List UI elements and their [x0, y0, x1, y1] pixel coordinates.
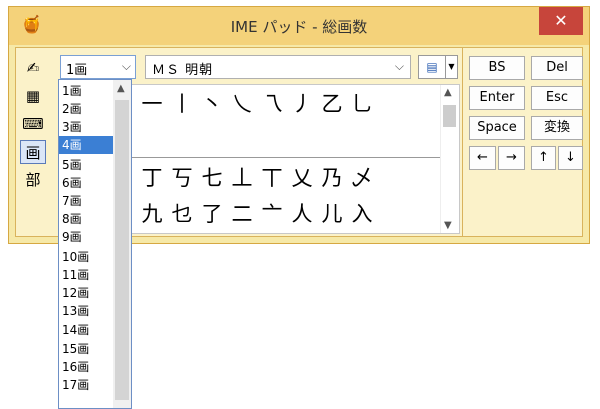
char-cell[interactable]: 乀: [227, 85, 257, 123]
convert-button[interactable]: 変換: [531, 116, 583, 140]
char-cell[interactable]: 儿: [317, 195, 347, 233]
char-cell[interactable]: 丶: [197, 85, 227, 123]
dropdown-option[interactable]: 7画: [59, 192, 113, 210]
scroll-thumb[interactable]: [443, 105, 456, 127]
scroll-thumb[interactable]: [115, 100, 129, 400]
view-toggle-button[interactable]: ▤: [418, 55, 446, 79]
scroll-down-icon[interactable]: ▼: [444, 220, 452, 231]
char-cell[interactable]: 了: [197, 195, 227, 233]
dropdown-scrollbar[interactable]: ▲: [113, 80, 131, 408]
view-dropdown-button[interactable]: ▼: [446, 55, 458, 79]
dropdown-option[interactable]: 6画: [59, 174, 113, 192]
dropdown-option[interactable]: 14画: [59, 321, 113, 339]
enter-button[interactable]: Enter: [469, 86, 525, 110]
grid-scrollbar[interactable]: ▲ ▼: [440, 85, 459, 233]
char-cell[interactable]: 丅: [257, 159, 287, 197]
char-cell[interactable]: 一: [137, 85, 167, 123]
key-panel: BS Del Enter Esc Space 変換 ← → ↑ ↓: [462, 48, 583, 236]
scroll-up-icon[interactable]: ▲: [444, 87, 452, 98]
dropdown-option[interactable]: 2画: [59, 100, 113, 118]
chevron-down-icon: ⌵: [394, 59, 404, 73]
font-value: ＭＳ 明朝: [152, 63, 214, 78]
dropdown-option[interactable]: 17画: [59, 376, 113, 394]
arrow-right-button[interactable]: →: [498, 146, 525, 170]
view-toggle-icon: ▤: [426, 60, 438, 74]
char-cell[interactable]: 乙: [317, 85, 347, 123]
left-toolbar: ✍ ▦ ⌨ 画 部: [20, 56, 56, 196]
chevron-down-icon: ⌵: [121, 59, 131, 73]
char-cell[interactable]: 丿: [287, 85, 317, 123]
arrow-left-button[interactable]: ←: [469, 146, 496, 170]
char-cell[interactable]: 人: [287, 195, 317, 233]
arrow-up-button[interactable]: ↑: [531, 146, 556, 170]
space-button[interactable]: Space: [469, 116, 525, 140]
char-cell[interactable]: 丂: [167, 159, 197, 197]
dropdown-option[interactable]: 10画: [59, 248, 113, 266]
char-cell[interactable]: 乜: [167, 195, 197, 233]
char-cell[interactable]: 乂: [287, 159, 317, 197]
grid-row-3: 九 乜 了 二 亠 人 儿 入: [137, 195, 377, 233]
arrow-down-button[interactable]: ↓: [558, 146, 583, 170]
bs-button[interactable]: BS: [469, 56, 525, 80]
stroke-count-dropdown[interactable]: 1画 2画 3画 4画 5画 6画 7画 8画 9画 10画 11画 12画 1…: [58, 79, 132, 409]
dropdown-option[interactable]: 15画: [59, 340, 113, 358]
char-cell[interactable]: 乄: [347, 159, 377, 197]
dropdown-option[interactable]: 1画: [59, 82, 113, 100]
char-cell[interactable]: 入: [347, 195, 377, 233]
close-button[interactable]: ✕: [539, 7, 583, 35]
dropdown-option[interactable]: 3画: [59, 118, 113, 136]
character-list-icon[interactable]: ▦: [20, 84, 46, 108]
char-cell[interactable]: 丄: [227, 159, 257, 197]
dropdown-option[interactable]: 12画: [59, 284, 113, 302]
char-cell[interactable]: 九: [137, 195, 167, 233]
stroke-count-select[interactable]: 1画 ⌵: [60, 55, 136, 79]
char-cell[interactable]: 乁: [257, 85, 287, 123]
title-bar[interactable]: 🍯 IME パッド - 総画数 ✕: [9, 7, 589, 45]
grid-row-1: 一 丨 丶 乀 乁 丿 乙 乚: [137, 85, 377, 123]
handwriting-icon[interactable]: ✍: [20, 56, 46, 80]
char-cell[interactable]: 亠: [257, 195, 287, 233]
scroll-up-icon[interactable]: ▲: [117, 83, 125, 94]
total-strokes-icon[interactable]: 画: [20, 140, 46, 164]
caret-down-icon: ▼: [448, 62, 455, 71]
soft-keyboard-icon[interactable]: ⌨: [20, 112, 46, 136]
dropdown-option[interactable]: 9画: [59, 228, 113, 246]
esc-button[interactable]: Esc: [531, 86, 583, 110]
char-cell[interactable]: 二: [227, 195, 257, 233]
dropdown-option[interactable]: 5画: [59, 156, 113, 174]
grid-row-2: 丁 丂 七 丄 丅 乂 乃 乄: [137, 159, 377, 197]
del-button[interactable]: Del: [531, 56, 583, 80]
font-select[interactable]: ＭＳ 明朝 ⌵: [145, 55, 411, 79]
dropdown-option[interactable]: 11画: [59, 266, 113, 284]
dropdown-option[interactable]: 8画: [59, 210, 113, 228]
stroke-count-value: 1画: [66, 63, 88, 78]
dropdown-option[interactable]: 16画: [59, 358, 113, 376]
window-title: IME パッド - 総画数: [230, 18, 368, 36]
dropdown-option-selected[interactable]: 4画: [59, 136, 113, 154]
char-cell[interactable]: 乃: [317, 159, 347, 197]
dropdown-option[interactable]: 13画: [59, 302, 113, 320]
char-cell[interactable]: 乚: [347, 85, 377, 123]
char-cell[interactable]: 七: [197, 159, 227, 197]
radical-icon[interactable]: 部: [20, 168, 46, 192]
char-cell[interactable]: 丁: [137, 159, 167, 197]
char-cell[interactable]: 丨: [167, 85, 197, 123]
